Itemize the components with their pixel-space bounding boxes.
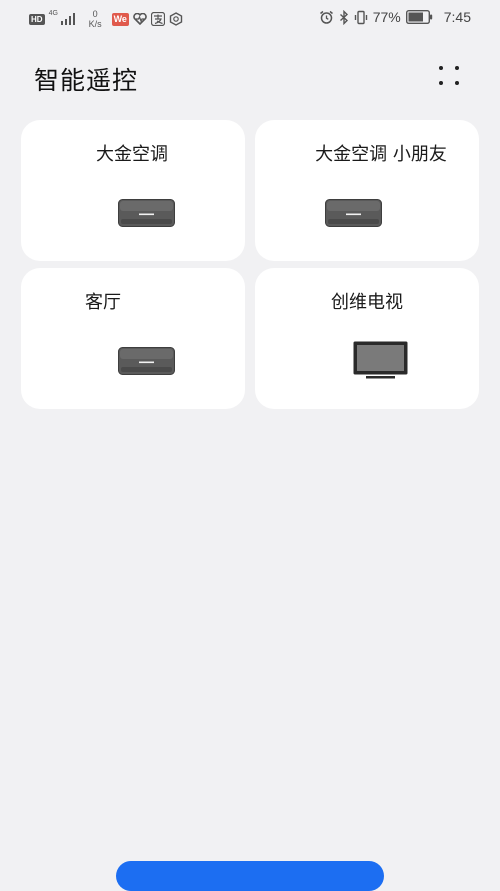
battery-percent: 77%: [372, 9, 401, 25]
hd-badge: HD: [29, 13, 45, 25]
net-speed: 0 K/s: [89, 9, 102, 29]
alipay-icon: [150, 12, 165, 26]
hexagon-app-icon: [169, 12, 183, 26]
signal-icon: [60, 13, 75, 25]
battery-icon: [405, 10, 433, 24]
device-name: 创维电视: [331, 292, 403, 313]
more-button[interactable]: [432, 62, 466, 92]
device-card-skyworth-tv[interactable]: 创维电视: [255, 268, 479, 409]
network-indicator: 4G: [48, 10, 79, 27]
device-card-living-room[interactable]: 客厅: [21, 268, 245, 409]
device-name: 大金空调 小朋友: [315, 144, 447, 165]
bluetooth-icon: [339, 9, 349, 25]
alarm-icon: [319, 10, 334, 25]
device-card-daikin-ac-kids[interactable]: 大金空调 小朋友: [255, 120, 479, 261]
net-speed-unit: K/s: [88, 19, 102, 29]
status-left: HD 4G 0 K/s We: [29, 9, 183, 29]
air-conditioner-icon: [118, 347, 175, 375]
page-title: 智能遥控: [34, 66, 139, 95]
we-app-icon: We: [111, 12, 129, 26]
status-right: 77% 7:45: [319, 9, 471, 25]
device-name: 客厅: [85, 292, 121, 313]
air-conditioner-icon: [325, 199, 382, 227]
device-card-daikin-ac[interactable]: 大金空调: [21, 120, 245, 261]
status-bar: HD 4G 0 K/s We 77% 7:45: [0, 0, 500, 38]
heart-health-icon: [133, 13, 147, 25]
net-speed-value: 0: [92, 9, 98, 19]
air-conditioner-icon: [118, 199, 175, 227]
device-name: 大金空调: [96, 144, 168, 165]
tv-icon: [353, 341, 408, 379]
network-type: 4G: [48, 10, 58, 17]
vibrate-icon: [354, 10, 368, 25]
clock: 7:45: [443, 9, 471, 25]
